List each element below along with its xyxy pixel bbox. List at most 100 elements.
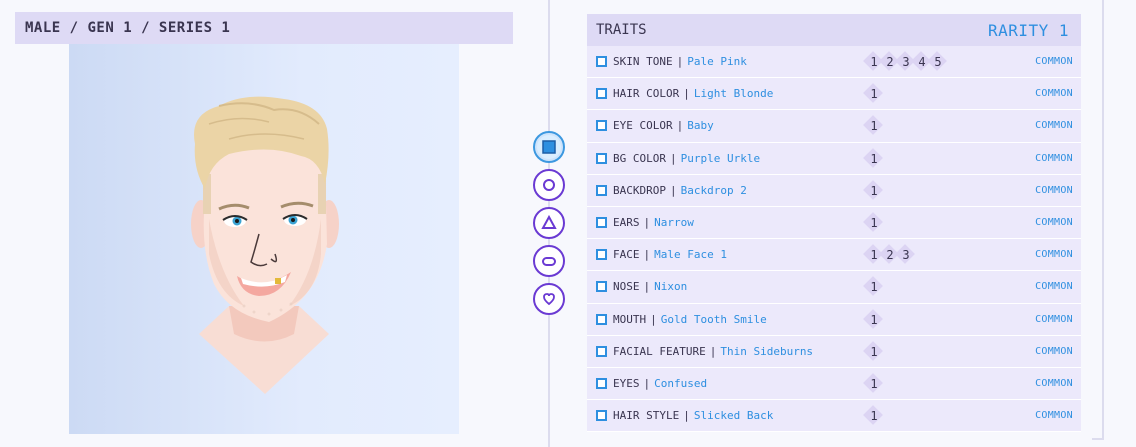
trait-variant-option[interactable]: 1 <box>866 116 882 136</box>
trait-value: Male Face 1 <box>654 248 727 262</box>
trait-variant-option[interactable]: 1 <box>866 374 882 394</box>
trait-value: Confused <box>654 376 708 390</box>
trait-variants: 1 <box>866 181 882 201</box>
pill-shape-button[interactable] <box>533 245 565 277</box>
trait-variant-option[interactable]: 1 <box>866 181 882 201</box>
trait-separator: | <box>650 312 657 326</box>
trait-name: BG COLOR <box>613 151 666 165</box>
trait-variant-option[interactable]: 3 <box>898 245 914 265</box>
trait-value: Nixon <box>654 280 688 294</box>
trait-row: FACIAL FEATURE | Thin Sideburns 1 COMMON <box>587 335 1081 368</box>
trait-separator: | <box>643 216 651 230</box>
trait-variants: 1 <box>866 406 882 426</box>
trait-variants: 1 <box>866 310 882 330</box>
trait-checkbox[interactable] <box>596 249 607 261</box>
trait-name: FACE <box>613 248 640 262</box>
trait-row: BG COLOR | Purple Urkle 1 COMMON <box>587 142 1081 175</box>
trait-rarity: COMMON <box>1035 217 1073 229</box>
trait-checkbox[interactable] <box>596 216 607 228</box>
triangle-shape-button[interactable] <box>533 207 565 239</box>
breadcrumb: MALE / GEN 1 / SERIES 1 <box>15 12 513 44</box>
trait-variants: 1 <box>866 84 882 104</box>
trait-row: NOSE | Nixon 1 COMMON <box>587 271 1081 304</box>
trait-rarity: COMMON <box>1035 56 1073 68</box>
trait-rarity: COMMON <box>1035 184 1073 196</box>
trait-value: Gold Tooth Smile <box>660 312 767 326</box>
trait-name: EYE COLOR <box>613 119 673 133</box>
trait-label: SKIN TONE | Pale Pink <box>613 55 747 68</box>
trait-label: BACKDROP | Backdrop 2 <box>613 184 747 197</box>
character-illustration <box>191 96 339 394</box>
trait-name: HAIR STYLE <box>613 409 680 423</box>
trait-row: BACKDROP | Backdrop 2 1 COMMON <box>587 174 1081 207</box>
trait-separator: | <box>683 409 690 423</box>
rarity-label: RARITY 1 <box>987 20 1069 40</box>
trait-label: HAIR COLOR | Light Blonde <box>613 87 773 100</box>
trait-variants: 1 <box>866 374 882 394</box>
frame-corner <box>1092 438 1104 440</box>
trait-checkbox[interactable] <box>596 56 607 67</box>
trait-variant-option[interactable]: 1 <box>866 277 882 297</box>
trait-rarity: COMMON <box>1035 88 1073 100</box>
trait-checkbox[interactable] <box>596 281 607 293</box>
trait-checkbox[interactable] <box>596 152 607 164</box>
trait-checkbox[interactable] <box>596 120 607 132</box>
traits-header: TRAITS RARITY 1 <box>587 14 1081 46</box>
trait-variant-option[interactable]: 1 <box>866 149 882 169</box>
trait-name: BACKDROP <box>613 183 666 197</box>
trait-name: SKIN TONE <box>613 55 673 69</box>
heart-shape-button[interactable] <box>533 283 565 315</box>
trait-rarity: COMMON <box>1035 313 1073 325</box>
trait-variants: 1 <box>866 116 882 136</box>
trait-value: Pale Pink <box>687 55 747 69</box>
trait-name: MOUTH <box>613 312 647 326</box>
square-shape-button[interactable] <box>533 131 565 163</box>
triangle-icon <box>541 215 557 229</box>
character-portrait <box>69 44 459 434</box>
circle-shape-button[interactable] <box>533 169 565 201</box>
trait-value: Thin Sideburns <box>720 344 814 358</box>
heart-icon <box>543 293 555 306</box>
trait-row: EYE COLOR | Baby 1 COMMON <box>587 110 1081 143</box>
trait-variant-option[interactable]: 5 <box>930 52 946 72</box>
trait-row: HAIR STYLE | Slicked Back 1 COMMON <box>587 400 1081 433</box>
trait-label: EYE COLOR | Baby <box>613 119 714 132</box>
trait-checkbox[interactable] <box>596 88 607 100</box>
trait-checkbox[interactable] <box>596 313 607 325</box>
trait-variant-option[interactable]: 1 <box>866 213 882 233</box>
trait-separator: | <box>676 55 684 69</box>
trait-row: EYES | Confused 1 COMMON <box>587 367 1081 401</box>
trait-checkbox[interactable] <box>596 377 607 389</box>
trait-rarity: COMMON <box>1035 377 1073 389</box>
trait-checkbox[interactable] <box>596 410 607 422</box>
frame-edge <box>1102 0 1104 440</box>
trait-variant-option[interactable]: 1 <box>866 406 882 426</box>
trait-variants: 12345 <box>866 52 946 72</box>
trait-checkbox[interactable] <box>596 345 607 357</box>
trait-rarity: COMMON <box>1035 249 1073 261</box>
trait-label: BG COLOR | Purple Urkle <box>613 152 760 165</box>
trait-variants: 1 <box>866 213 882 233</box>
trait-name: EARS <box>613 216 640 230</box>
trait-label: FACE | Male Face 1 <box>613 248 727 261</box>
trait-variant-option[interactable]: 1 <box>866 84 882 104</box>
trait-variants: 1 <box>866 277 882 297</box>
trait-rarity: COMMON <box>1035 281 1073 293</box>
trait-name: HAIR COLOR <box>613 87 680 101</box>
trait-separator: | <box>643 248 651 262</box>
trait-variant-option[interactable]: 1 <box>866 310 882 330</box>
trait-name: EYES <box>613 376 640 390</box>
trait-label: EARS | Narrow <box>613 216 694 229</box>
trait-rarity: COMMON <box>1035 410 1073 422</box>
trait-row: SKIN TONE | Pale Pink 1 2 3 4 5 COMMON <box>587 46 1081 79</box>
pill-icon <box>542 257 556 266</box>
trait-checkbox[interactable] <box>596 184 607 196</box>
trait-label: NOSE | Nixon <box>613 280 687 293</box>
trait-value: Purple Urkle <box>680 151 761 165</box>
trait-row: FACE | Male Face 1 1 2 3 COMMON <box>587 239 1081 272</box>
trait-label: HAIR STYLE | Slicked Back <box>613 409 773 422</box>
trait-separator: | <box>643 280 651 294</box>
trait-variant-option[interactable]: 1 <box>866 342 882 362</box>
traits-title: TRAITS <box>596 22 647 38</box>
trait-row: EARS | Narrow 1 COMMON <box>587 206 1081 240</box>
